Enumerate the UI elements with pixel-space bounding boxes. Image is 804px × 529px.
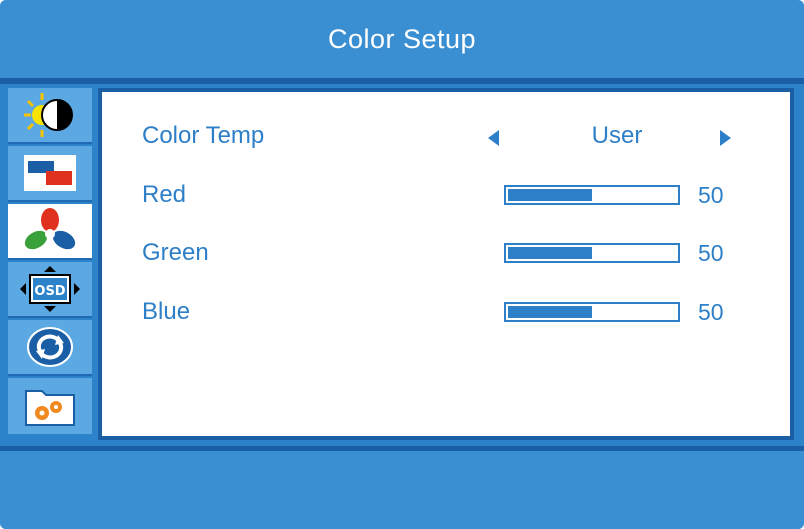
page-title: Color Setup	[327, 23, 477, 54]
color-temp-row[interactable]: Color Temp User	[102, 118, 790, 158]
osd-window: Color Setup OSD Color Temp User Red 50 G…	[0, 0, 804, 529]
red-slider[interactable]	[504, 185, 680, 205]
green-label: Green	[142, 239, 209, 266]
sidebar-item-osd-setup[interactable]: OSD	[8, 262, 92, 318]
blue-value: 50	[698, 299, 724, 325]
red-slider-fill	[508, 189, 592, 201]
svg-text:OSD: OSD	[34, 284, 65, 299]
settings-panel: Color Temp User Red 50 Green 50 Blue 50	[98, 88, 794, 440]
color-temp-label: Color Temp	[142, 122, 265, 149]
color-temp-value: User	[591, 122, 643, 149]
footer-bar	[0, 451, 804, 529]
arrow-left-icon[interactable]	[488, 130, 499, 146]
green-value: 50	[698, 240, 724, 266]
green-slider-fill	[508, 247, 592, 259]
color-setup-icon	[24, 208, 76, 250]
red-label: Red	[142, 181, 187, 208]
green-slider[interactable]	[504, 243, 680, 263]
blue-label: Blue	[142, 298, 191, 325]
red-row[interactable]: Red 50	[102, 177, 790, 217]
image-setup-icon	[24, 155, 76, 191]
blue-slider[interactable]	[504, 302, 680, 322]
sidebar-item-luminance[interactable]	[8, 88, 92, 144]
settings-folder-icon	[25, 390, 75, 426]
red-value: 50	[698, 182, 724, 208]
sidebar-item-reset[interactable]	[8, 320, 92, 376]
sidebar-item-image-setup[interactable]	[8, 146, 92, 202]
green-row[interactable]: Green 50	[102, 235, 790, 275]
brightness-contrast-icon	[24, 93, 73, 137]
reset-icon	[27, 327, 73, 367]
arrow-right-icon[interactable]	[720, 130, 731, 146]
sidebar-item-color-setup[interactable]	[8, 204, 92, 260]
title-bar: Color Setup	[0, 0, 804, 78]
osd-setup-icon: OSD	[20, 266, 80, 312]
sidebar: OSD	[8, 88, 92, 440]
blue-slider-fill	[508, 306, 592, 318]
sidebar-item-extra[interactable]	[8, 378, 92, 434]
blue-row[interactable]: Blue 50	[102, 294, 790, 334]
